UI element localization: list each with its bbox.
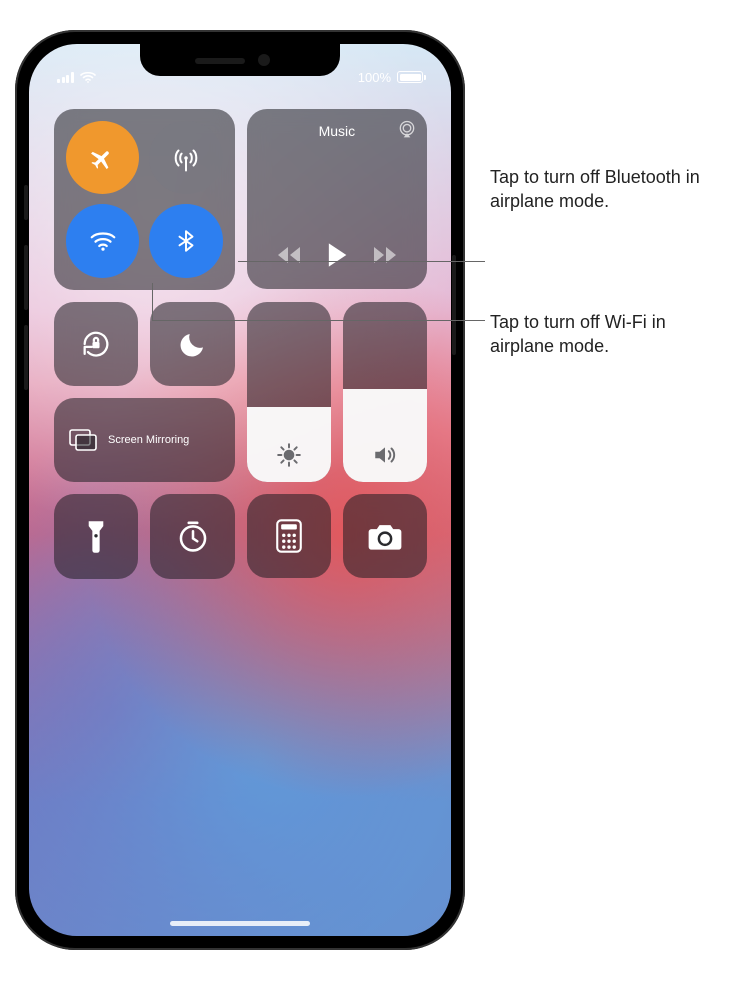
flashlight-icon: [85, 520, 107, 554]
callout-line-wifi: [152, 320, 485, 321]
callout-wifi-text: Tap to turn off Wi-Fi in airplane mode.: [490, 310, 700, 359]
callout-line-bluetooth: [238, 261, 485, 262]
calculator-icon: [275, 519, 303, 553]
calculator-button[interactable]: [247, 494, 331, 578]
wifi-toggle[interactable]: [66, 204, 139, 277]
screen-mirroring-label: Screen Mirroring: [108, 434, 189, 448]
control-center: Music: [54, 109, 426, 578]
moon-icon: [177, 328, 209, 360]
media-prev-button[interactable]: [276, 245, 302, 265]
music-module[interactable]: Music: [247, 109, 427, 289]
volume-slider[interactable]: [343, 302, 427, 483]
flashlight-button[interactable]: [54, 494, 138, 578]
camera-icon: [367, 521, 403, 551]
screen-mirroring-button[interactable]: Screen Mirroring: [54, 398, 235, 482]
timer-icon: [176, 520, 210, 554]
side-button: [452, 255, 456, 355]
bluetooth-icon: [173, 228, 199, 254]
orientation-lock-icon: [79, 327, 113, 361]
music-title-label: Music: [319, 123, 356, 139]
battery-icon: [397, 71, 423, 83]
media-next-button[interactable]: [372, 245, 398, 265]
media-play-button[interactable]: [324, 241, 350, 269]
wifi-icon: [88, 226, 118, 256]
volume-down-button: [24, 325, 28, 390]
screen: 100%: [29, 44, 451, 936]
airplane-icon: [89, 144, 117, 172]
do-not-disturb-toggle[interactable]: [150, 302, 234, 386]
phone-frame: 100%: [15, 30, 465, 950]
volume-up-button: [24, 245, 28, 310]
airplane-mode-toggle[interactable]: [66, 121, 139, 194]
screen-mirroring-icon: [68, 427, 98, 453]
callout-line-wifi-v: [152, 283, 153, 320]
timer-button[interactable]: [150, 494, 234, 578]
bluetooth-toggle[interactable]: [149, 204, 222, 277]
wifi-status-icon: [80, 71, 96, 83]
connectivity-module: [54, 109, 235, 290]
camera-button[interactable]: [343, 494, 427, 578]
orientation-lock-toggle[interactable]: [54, 302, 138, 386]
home-indicator[interactable]: [170, 921, 310, 926]
cellular-signal-icon: [57, 72, 74, 83]
notch: [140, 44, 340, 76]
battery-percent-label: 100%: [358, 70, 391, 85]
brightness-icon: [276, 442, 302, 468]
cellular-data-toggle[interactable]: [149, 121, 222, 194]
brightness-slider[interactable]: [247, 302, 331, 483]
airplay-icon[interactable]: [397, 119, 417, 139]
callout-bluetooth-text: Tap to turn off Bluetooth in airplane mo…: [490, 165, 700, 214]
volume-icon: [372, 442, 398, 468]
mute-switch: [24, 185, 28, 220]
cellular-antenna-icon: [171, 143, 201, 173]
